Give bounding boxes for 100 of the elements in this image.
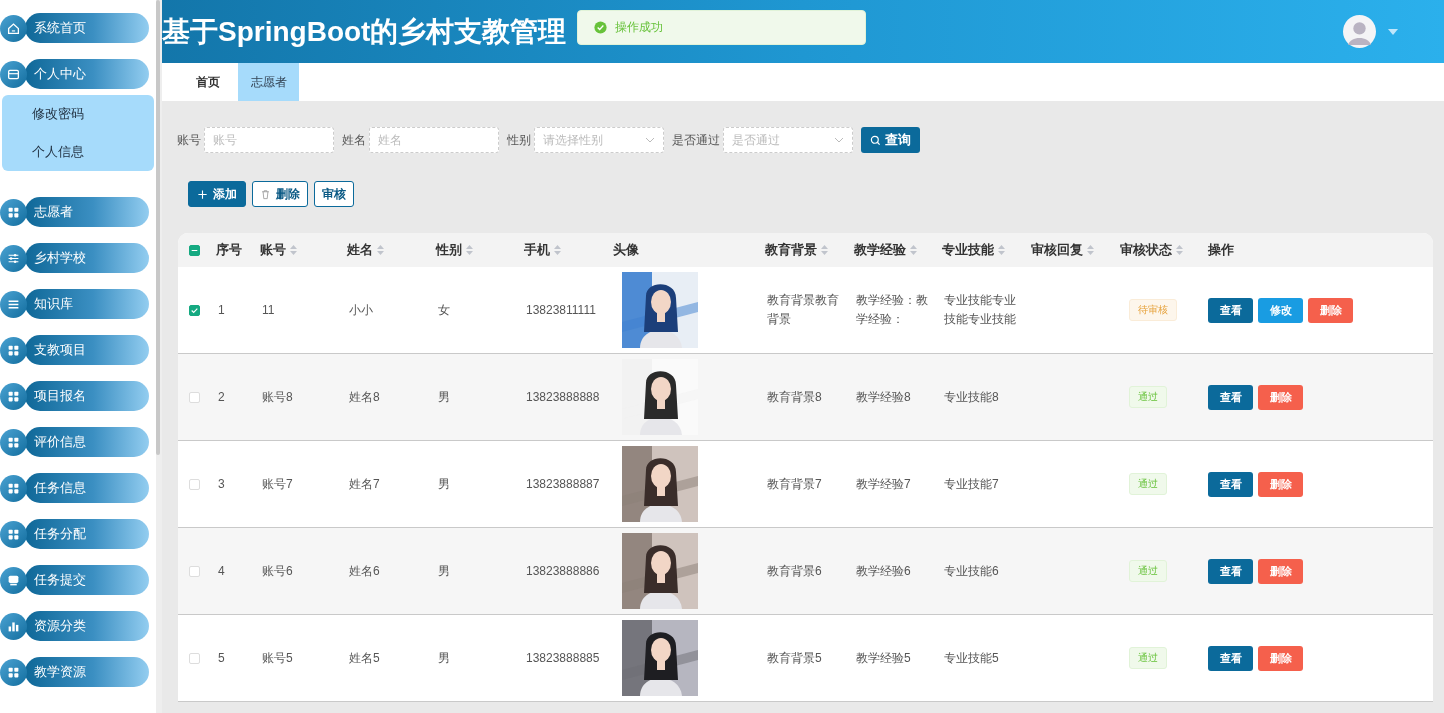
column-header[interactable]: 教育背景 — [765, 241, 817, 259]
view-button[interactable]: 查看 — [1208, 645, 1253, 671]
sort-icon[interactable] — [821, 245, 828, 255]
sidebar-item[interactable]: 资源分类 — [25, 611, 149, 641]
column-header[interactable]: 账号 — [260, 241, 286, 259]
sort-icon[interactable] — [554, 245, 561, 255]
column-header[interactable]: 手机 — [524, 241, 550, 259]
edit-button[interactable]: 修改 — [1258, 297, 1303, 323]
search-icon — [870, 134, 881, 146]
sidebar-item[interactable]: 任务提交 — [25, 565, 149, 595]
table-cell: 男 — [438, 389, 450, 404]
sidebar-item[interactable]: 任务分配 — [25, 519, 149, 549]
submenu-item[interactable]: 修改密码 — [2, 95, 154, 133]
column-header[interactable]: 性别 — [436, 241, 462, 259]
view-button[interactable]: 查看 — [1208, 471, 1253, 497]
column-header[interactable]: 头像 — [613, 241, 639, 259]
sort-icon[interactable] — [1176, 245, 1183, 255]
sort-icon[interactable] — [290, 245, 297, 255]
table-cell: 账号8 — [262, 389, 293, 404]
toast-message: 操作成功 — [615, 19, 663, 36]
table-cell: 男 — [438, 476, 450, 491]
status-tag: 通过 — [1129, 647, 1167, 669]
table-cell: 11 — [262, 302, 275, 317]
table-row[interactable]: 4 账号6 姓名6 男 13823888886 教育背景6 教学经验6 专业技能6 通过 查看 删除 — [178, 528, 1433, 615]
add-button[interactable]: 添加 — [188, 181, 246, 207]
table-cell: 13823888887 — [526, 476, 600, 491]
table-cell: 5 — [218, 650, 225, 665]
table-cell: 1 — [218, 302, 225, 317]
status-tag: 待审核 — [1129, 299, 1177, 321]
field-label: 是否通过 — [672, 131, 720, 149]
chevron-down-icon — [834, 137, 844, 143]
delete-button[interactable]: 删除 — [1258, 384, 1303, 410]
table-cell: 教学经验：教学经验： — [856, 293, 928, 326]
table-cell: 专业技能6 — [944, 563, 999, 578]
delete-button[interactable]: 删除 — [252, 181, 308, 207]
select-all-checkbox[interactable] — [189, 244, 200, 256]
column-header[interactable]: 审核状态 — [1120, 241, 1172, 259]
review-button[interactable]: 审核 — [314, 181, 354, 207]
sidebar-item[interactable]: 志愿者 — [25, 197, 149, 227]
table-cell: 教学经验8 — [856, 389, 911, 404]
table-cell: 姓名5 — [349, 650, 380, 665]
sidebar-item[interactable]: 任务信息 — [25, 473, 149, 503]
sort-icon[interactable] — [1087, 245, 1094, 255]
input-field[interactable]: 姓名 — [369, 127, 499, 153]
sidebar-item[interactable]: 乡村学校 — [25, 243, 149, 273]
grid-icon — [7, 205, 20, 219]
delete-button[interactable]: 删除 — [1258, 645, 1303, 671]
table-cell: 专业技能专业技能专业技能 — [944, 293, 1016, 326]
table-cell: 姓名7 — [349, 476, 380, 491]
column-header[interactable]: 姓名 — [347, 241, 373, 259]
delete-button[interactable]: 删除 — [1308, 297, 1353, 323]
user-avatar[interactable] — [1343, 15, 1376, 48]
sort-icon[interactable] — [377, 245, 384, 255]
scrollbar[interactable] — [156, 0, 162, 713]
table-cell: 教学经验6 — [856, 563, 911, 578]
sort-icon[interactable] — [998, 245, 1005, 255]
sidebar-item[interactable]: 知识库 — [25, 289, 149, 319]
table-cell: 姓名8 — [349, 389, 380, 404]
scrollbar-thumb[interactable] — [156, 0, 160, 455]
sidebar-item[interactable]: 评价信息 — [25, 427, 149, 457]
sidebar-item[interactable]: 支教项目 — [25, 335, 149, 365]
caret-icon[interactable] — [1388, 28, 1398, 35]
column-header[interactable]: 操作 — [1208, 241, 1234, 259]
delete-button[interactable]: 删除 — [1258, 558, 1303, 584]
row-checkbox[interactable] — [189, 304, 200, 316]
check-icon — [190, 305, 199, 315]
sidebar-item[interactable]: 个人中心 — [25, 59, 149, 89]
field-label: 账号 — [177, 131, 201, 149]
table-cell: 女 — [438, 302, 450, 317]
sidebar-item[interactable]: 教学资源 — [25, 657, 149, 687]
search-button[interactable]: 查询 — [861, 127, 920, 153]
view-button[interactable]: 查看 — [1208, 558, 1253, 584]
grid-icon — [7, 343, 20, 357]
column-header[interactable]: 审核回复 — [1031, 241, 1083, 259]
select-field[interactable]: 请选择性别 — [534, 127, 664, 153]
sort-icon[interactable] — [910, 245, 917, 255]
grid-icon — [7, 435, 20, 449]
plus-icon — [197, 188, 208, 200]
table-cell: 13823811111 — [526, 302, 596, 317]
sort-icon[interactable] — [466, 245, 473, 255]
column-header[interactable]: 序号 — [216, 241, 242, 259]
table-cell: 13823888885 — [526, 650, 600, 665]
table-cell: 姓名6 — [349, 563, 380, 578]
tab[interactable]: 志愿者 — [238, 63, 299, 101]
select-field[interactable]: 是否通过 — [723, 127, 853, 153]
table-cell: 男 — [438, 563, 450, 578]
column-header[interactable]: 教学经验 — [854, 241, 906, 259]
delete-button[interactable]: 删除 — [1258, 471, 1303, 497]
column-header[interactable]: 专业技能 — [942, 241, 994, 259]
sidebar-item[interactable]: 项目报名 — [25, 381, 149, 411]
input-field[interactable]: 账号 — [204, 127, 334, 153]
table-cell: 账号5 — [262, 650, 293, 665]
table-cell: 账号7 — [262, 476, 293, 491]
grid-icon — [7, 665, 20, 679]
view-button[interactable]: 查看 — [1208, 297, 1253, 323]
list-icon — [7, 297, 20, 311]
view-button[interactable]: 查看 — [1208, 384, 1253, 410]
table-row[interactable]: 2 账号8 姓名8 男 13823888888 教育背景8 教学经验8 专业技能8 通过 查看 删除 — [178, 354, 1433, 441]
sidebar-item[interactable]: 系统首页 — [25, 13, 149, 43]
submenu-item[interactable]: 个人信息 — [2, 133, 154, 171]
